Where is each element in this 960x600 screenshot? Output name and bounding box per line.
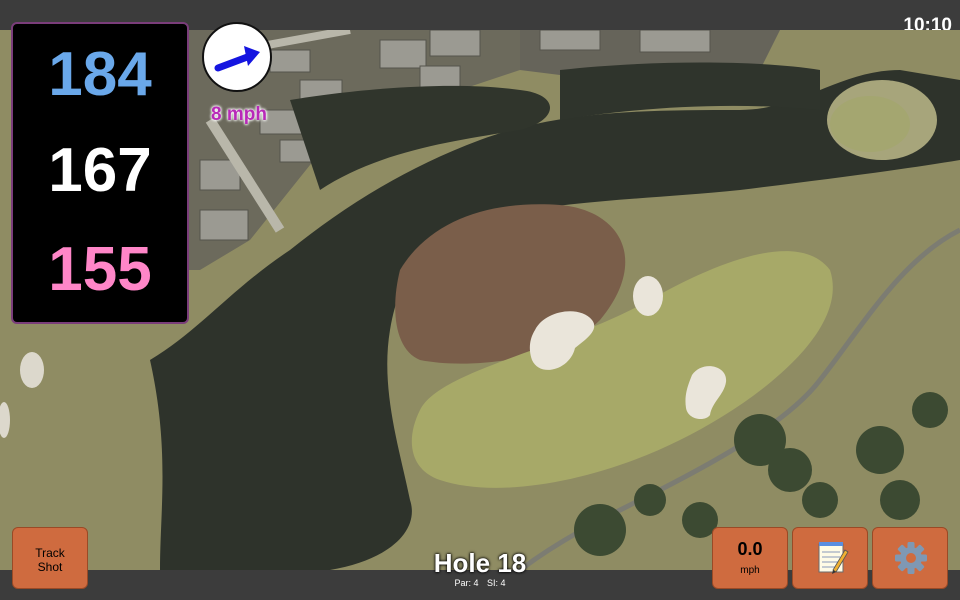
speed-button[interactable]: 0.0 mph xyxy=(712,527,788,589)
speed-value: 0.0 xyxy=(737,539,763,559)
hole-stroke-index: SI: 4 xyxy=(487,578,506,588)
distance-middle: 167 xyxy=(48,136,152,205)
hole-par: Par: 4 xyxy=(454,578,479,588)
wind-direction-dial xyxy=(202,22,272,92)
notes-button[interactable] xyxy=(792,527,868,589)
wind-speed-label: 8 mph xyxy=(211,104,267,125)
settings-button[interactable] xyxy=(872,527,948,589)
distance-front: 155 xyxy=(48,235,152,304)
hole-title: Hole 18 xyxy=(433,548,527,578)
distance-back: 184 xyxy=(48,40,152,109)
notepad-icon xyxy=(818,542,849,574)
hole-meta: Par: 4 SI: 4 xyxy=(380,578,580,588)
distance-panel: 184 167 155 xyxy=(11,22,189,324)
wind-arrow-icon xyxy=(214,46,260,72)
track-shot-label-line1: Track xyxy=(35,546,65,560)
track-shot-label-line2: Shot xyxy=(37,560,63,574)
track-shot-button[interactable]: Track Shot xyxy=(12,527,88,589)
speed-unit: mph xyxy=(740,565,760,576)
gear-icon xyxy=(895,542,927,574)
